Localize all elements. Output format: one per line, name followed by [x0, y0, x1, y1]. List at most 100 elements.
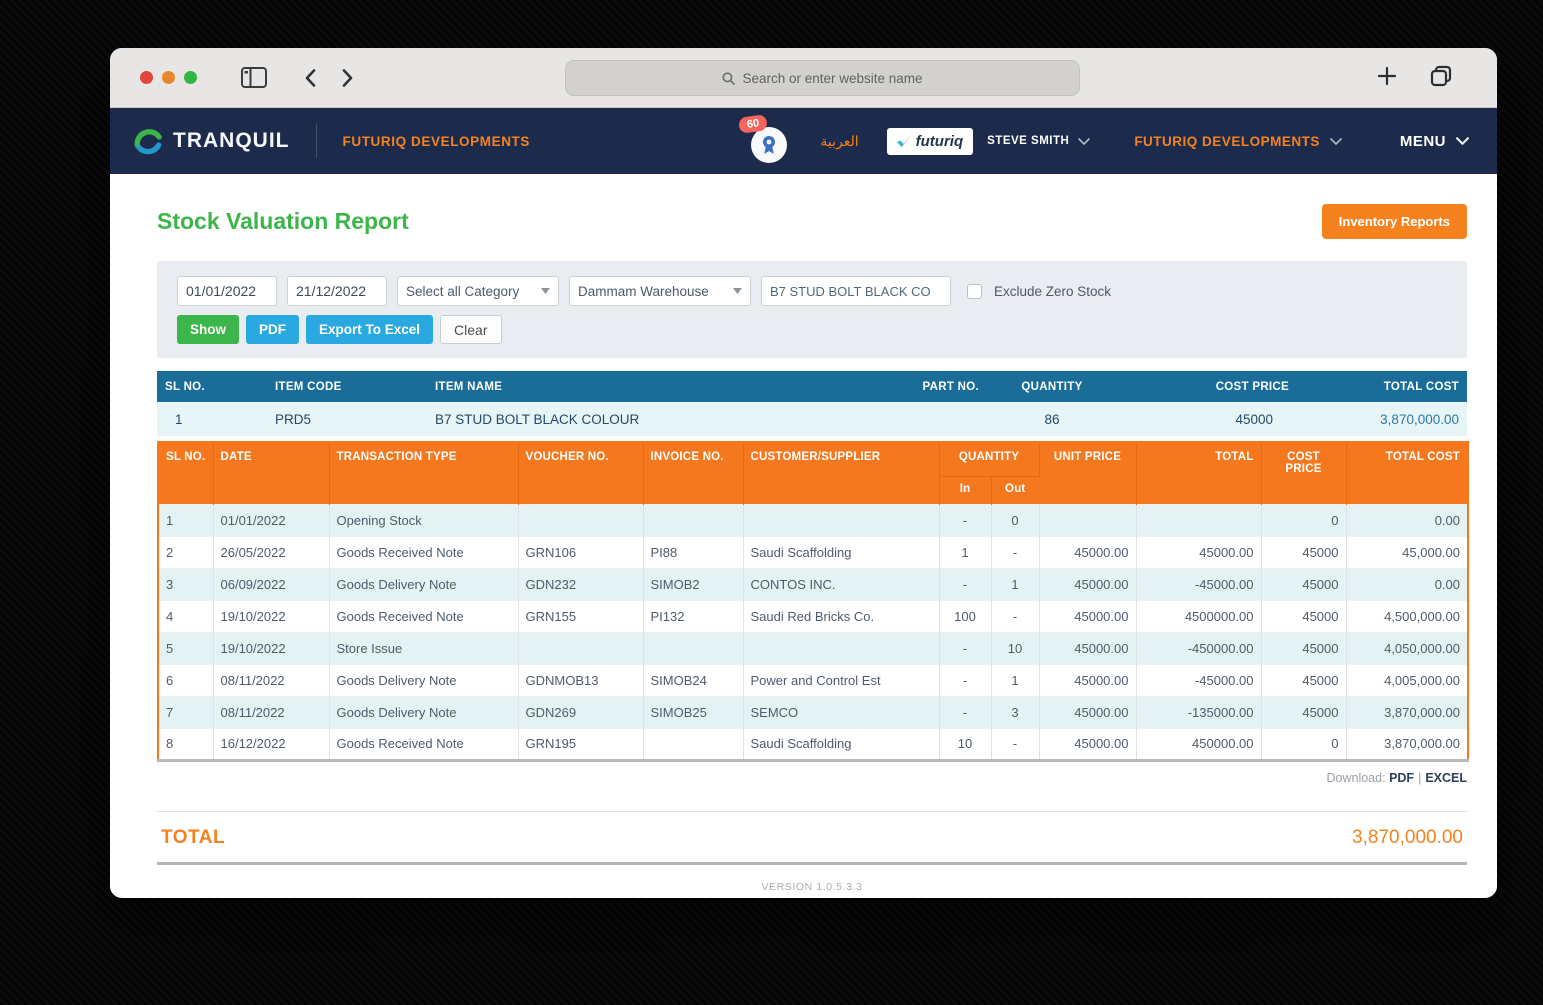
table-row: 8 16/12/2022 Goods Received Note GRN195 Saud… [158, 727, 1468, 760]
zoom-window-button[interactable] [184, 71, 197, 84]
header-voucher-no: VOUCHER NO. [518, 442, 644, 504]
cell-cost-price: 45000 [1261, 535, 1347, 568]
org-logo-text: futuriq [915, 132, 964, 150]
cell-cost-price: 45000 [1261, 567, 1347, 600]
cell-qty-in: 1 [939, 535, 992, 568]
exclude-zero-stock-checkbox[interactable] [967, 283, 982, 299]
cell-qty-in: 10 [939, 727, 992, 760]
cell-date: 26/05/2022 [213, 535, 330, 568]
main-menu-button[interactable]: MENU [1400, 133, 1469, 150]
cell-qty-out: - [991, 535, 1040, 568]
cell-voucher-no: GDN232 [518, 567, 644, 600]
version-text: VERSION 1.0.5.3.3 [761, 880, 863, 893]
table-row: 2 26/05/2022 Goods Received Note GRN106 PI88… [158, 535, 1468, 568]
brand-logo[interactable]: TRANQUIL [132, 125, 290, 157]
close-window-button[interactable] [140, 71, 153, 84]
header-quantity: QUANTITY [939, 442, 1040, 476]
new-tab-button[interactable] [1377, 66, 1397, 86]
table-row: 1 01/01/2022 Opening Stock -0 0 0.00 [158, 503, 1468, 536]
cell-date: 19/10/2022 [213, 631, 330, 664]
cell-customer-supplier: SEMCO [743, 695, 940, 728]
cell-qty-in: - [939, 631, 992, 664]
org-logo[interactable]: futuriq [886, 127, 974, 155]
tab-overview-button[interactable] [1429, 64, 1453, 88]
cell-invoice-no: PI132 [643, 599, 744, 632]
dropdown-arrow-icon [541, 288, 550, 294]
cell-unit-price: 45000.00 [1039, 695, 1137, 728]
header-total-cost: TOTAL COST [1346, 442, 1468, 504]
cell-qty-in: 100 [939, 599, 992, 632]
item-search-input[interactable] [761, 276, 951, 306]
cell-sl: 6 [158, 663, 214, 696]
header-part-no: PART NO. [847, 371, 987, 402]
total-value: 3,870,000.00 [1352, 826, 1463, 848]
cell-transaction-type: Goods Delivery Note [329, 663, 519, 696]
header-quantity: QUANTITY [987, 371, 1117, 402]
sidebar-toggle-icon[interactable] [241, 67, 267, 88]
header-sl-no: SL NO. [157, 371, 267, 402]
nav-divider [315, 124, 317, 158]
cell-sl: 2 [158, 535, 214, 568]
futuriq-check-icon [896, 134, 912, 147]
account-switcher[interactable]: FUTURIQ DEVELOPMENTS [1134, 134, 1342, 149]
download-pdf-link[interactable]: PDF [1389, 771, 1414, 785]
cell-sl: 3 [158, 567, 214, 600]
cell-sl: 5 [158, 631, 214, 664]
header-item-code: ITEM CODE [267, 371, 427, 402]
nav-company-label: FUTURIQ DEVELOPMENTS [342, 133, 531, 149]
summary-header-row: SL NO. ITEM CODE ITEM NAME PART NO. QUAN… [157, 371, 1467, 402]
back-button[interactable] [305, 68, 316, 87]
cell-total-cost: 3,870,000.00 [1346, 695, 1468, 728]
cell-total-cost: 0.00 [1346, 503, 1468, 536]
tranquil-swirl-icon [134, 129, 162, 155]
inventory-reports-button[interactable]: Inventory Reports [1321, 204, 1467, 239]
cell-customer-supplier [743, 503, 940, 536]
warehouse-select[interactable]: Dammam Warehouse [569, 276, 751, 306]
date-to-input[interactable] [287, 276, 387, 306]
cell-invoice-no [643, 631, 744, 664]
cell-customer-supplier: Power and Control Est [743, 663, 940, 696]
cell-total: 450000.00 [1136, 727, 1262, 760]
stock-summary-table: SL NO. ITEM CODE ITEM NAME PART NO. QUAN… [157, 371, 1467, 436]
cell-cost-price: 0 [1261, 727, 1347, 760]
export-to-excel-button[interactable]: Export To Excel [306, 315, 434, 344]
category-select[interactable]: Select all Category [397, 276, 559, 306]
cell-item-name: B7 STUD BOLT BLACK COLOUR [427, 402, 847, 436]
pdf-button[interactable]: PDF [246, 315, 299, 344]
cell-customer-supplier: Saudi Red Bricks Co. [743, 599, 940, 632]
cell-unit-price: 45000.00 [1039, 727, 1137, 760]
header-customer-supplier: CUSTOMER/SUPPLIER [743, 442, 940, 504]
minimize-window-button[interactable] [162, 71, 175, 84]
cell-total-cost: 4,500,000.00 [1346, 599, 1468, 632]
page-title: Stock Valuation Report [157, 208, 409, 234]
cell-qty-out: - [991, 599, 1040, 632]
header-cost-price: COST PRICE [1261, 442, 1347, 504]
menu-label: MENU [1399, 132, 1446, 150]
cell-qty-out: - [991, 727, 1040, 760]
browser-chrome: Search or enter website name [110, 48, 1497, 108]
clear-button[interactable]: Clear [440, 315, 502, 344]
cell-cost-price: 45000 [1261, 599, 1347, 632]
user-menu[interactable]: STEVE SMITH [987, 135, 1091, 147]
cell-customer-supplier: CONTOS INC. [743, 567, 940, 600]
cell-unit-price: 45000.00 [1039, 599, 1137, 632]
table-row: 7 08/11/2022 Goods Delivery Note GDN269 SIMO… [158, 695, 1468, 728]
address-bar[interactable]: Search or enter website name [565, 60, 1080, 96]
header-invoice-no: INVOICE NO. [643, 442, 744, 504]
cell-invoice-no: PI88 [643, 535, 744, 568]
warehouse-select-value: Dammam Warehouse [578, 283, 709, 299]
cell-cost-price: 45000 [1261, 631, 1347, 664]
language-switch-link[interactable]: العربية [820, 133, 858, 150]
forward-button[interactable] [342, 68, 353, 87]
cell-qty-in: - [939, 503, 992, 536]
cell-voucher-no [518, 503, 644, 536]
date-from-input[interactable] [177, 276, 277, 306]
cell-quantity: 86 [987, 402, 1117, 436]
cell-cost-price: 45000 [1117, 402, 1297, 436]
show-button[interactable]: Show [177, 315, 239, 344]
download-excel-link[interactable]: EXCEL [1425, 771, 1467, 785]
cell-date: 16/12/2022 [213, 727, 330, 760]
notifications-button[interactable]: 60 [738, 114, 792, 163]
cell-invoice-no: SIMOB2 [643, 567, 744, 600]
cell-date: 01/01/2022 [213, 503, 330, 536]
